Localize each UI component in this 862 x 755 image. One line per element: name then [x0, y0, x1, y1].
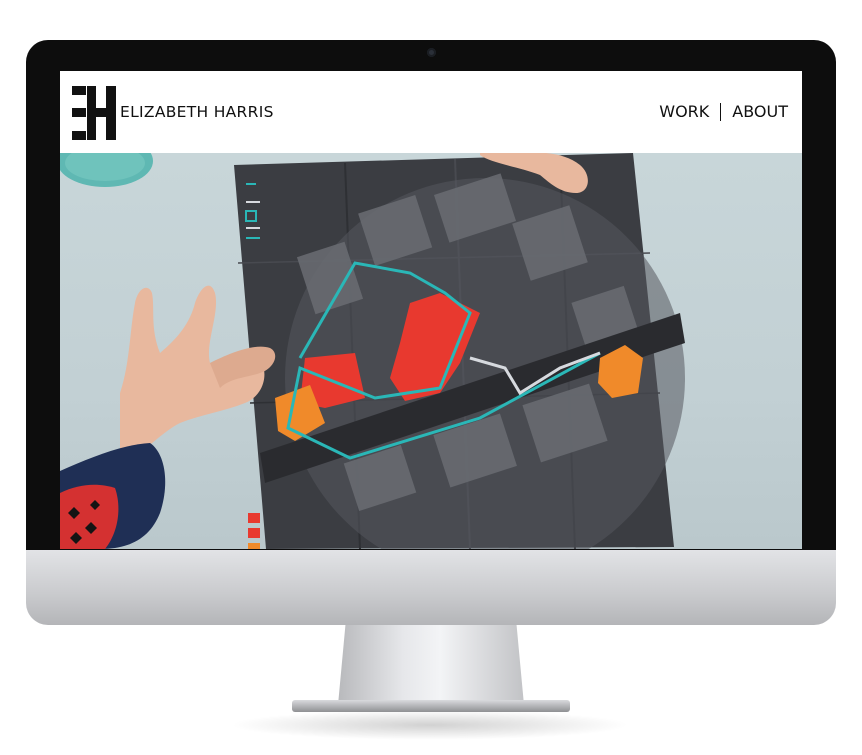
- brand-name[interactable]: ELIZABETH HARRIS: [120, 103, 274, 121]
- eh-monogram-icon[interactable]: [72, 86, 118, 140]
- site-header: ELIZABETH HARRIS WORK ABOUT: [60, 71, 802, 153]
- nav-work-link[interactable]: WORK: [659, 102, 709, 121]
- camera-icon: [427, 48, 436, 57]
- nav-about-link[interactable]: ABOUT: [732, 102, 788, 121]
- hero-slideshow: [60, 153, 802, 549]
- stand-shadow: [230, 710, 630, 740]
- monitor-stand: [338, 625, 524, 705]
- hands-holding-folded-map-image: [60, 153, 685, 549]
- nav-divider: [720, 102, 722, 121]
- screen: ELIZABETH HARRIS WORK ABOUT: [60, 71, 802, 549]
- monitor-stand-base: [292, 700, 570, 712]
- main-nav: WORK ABOUT: [659, 102, 788, 121]
- monitor-chin: [26, 550, 836, 625]
